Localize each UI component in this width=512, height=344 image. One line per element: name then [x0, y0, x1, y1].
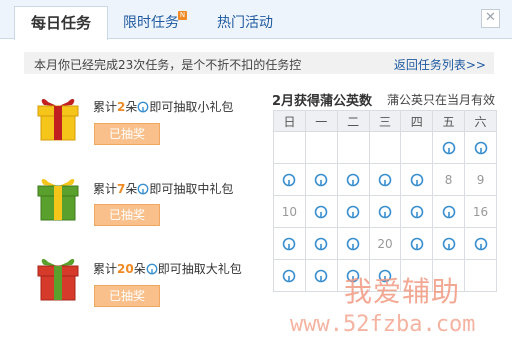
dandelion-day-cell — [432, 227, 466, 260]
dandelion-day-cell — [304, 259, 338, 292]
calendar-week-row — [273, 131, 497, 164]
weekday-header: 四 — [400, 110, 434, 132]
dandelion-day-cell — [336, 163, 370, 196]
dandelion-day-cell — [400, 195, 434, 228]
reward-label-large: 累计20朵 即可抽取大礼包 — [93, 260, 242, 277]
reward-unit: 朵 — [125, 100, 138, 114]
tab-daily[interactable]: 每日任务 — [14, 6, 108, 40]
reward-unit: 朵 — [125, 182, 138, 196]
dandelion-day-cell — [336, 227, 370, 260]
new-badge: N — [178, 11, 187, 20]
claimed-button-medium[interactable]: 已抽奖 — [94, 204, 160, 226]
dandelion-day-cell — [273, 227, 306, 260]
calendar-week-row: 20 — [273, 227, 497, 260]
reward-unit: 朵 — [133, 262, 146, 276]
dandelion-icon — [442, 205, 455, 218]
empty-day-cell — [273, 131, 306, 164]
dandelion-icon — [410, 205, 424, 218]
day-number-cell: 8 — [432, 163, 466, 196]
gift-large-icon — [37, 258, 79, 301]
tab-limited[interactable]: 限时任务 — [123, 8, 179, 38]
dandelion-icon — [314, 173, 328, 186]
day-number-cell: 20 — [368, 227, 402, 260]
calendar-title: 2月获得蒲公英数 — [272, 94, 373, 109]
reward-prefix: 累计 — [93, 262, 118, 276]
dandelion-icon — [283, 237, 296, 250]
watermark-text: 我爱辅助 — [344, 275, 461, 308]
weekday-header: 日 — [273, 110, 306, 132]
dandelion-icon — [314, 269, 328, 282]
dandelion-icon — [474, 141, 487, 154]
dandelion-icon — [442, 237, 455, 250]
dandelion-icon — [474, 237, 487, 250]
weekday-header: 三 — [368, 110, 402, 132]
reward-suffix: 即可抽取大礼包 — [157, 262, 242, 276]
dandelion-icon — [283, 173, 296, 186]
calendar-week-row: 10 16 — [273, 195, 497, 228]
dandelion-icon — [442, 141, 455, 154]
weekday-header: 六 — [464, 110, 497, 132]
reward-suffix: 即可抽取中礼包 — [149, 182, 234, 196]
claimed-button-large[interactable]: 已抽奖 — [94, 285, 160, 307]
day-number-cell: 16 — [464, 195, 497, 228]
weekday-header: 二 — [336, 110, 370, 132]
back-to-task-list-link[interactable]: 返回任务列表>> — [394, 56, 486, 73]
dandelion-icon — [346, 173, 360, 186]
dandelion-day-cell — [432, 195, 466, 228]
dandelion-day-cell — [273, 163, 306, 196]
dandelion-icon — [378, 173, 392, 186]
reward-prefix: 累计 — [93, 100, 118, 114]
reward-count: 20 — [117, 262, 134, 276]
empty-day-cell — [336, 131, 370, 164]
tab-hot-events[interactable]: 热门活动 — [217, 8, 273, 38]
dandelion-icon — [137, 183, 149, 195]
dandelion-day-cell — [304, 195, 338, 228]
dandelion-day-cell — [400, 163, 434, 196]
dandelion-day-cell — [400, 227, 434, 260]
dandelion-icon — [410, 237, 424, 250]
dandelion-icon — [137, 101, 149, 113]
dandelion-day-cell — [368, 163, 402, 196]
calendar-week-row: 89 — [273, 163, 497, 196]
empty-day-cell — [368, 131, 402, 164]
dandelion-day-cell — [368, 195, 402, 228]
empty-day-cell — [304, 131, 338, 164]
dandelion-icon — [410, 173, 424, 186]
info-text: 本月你已经完成23次任务，是个不折不扣的任务控 — [34, 58, 302, 72]
reward-suffix: 即可抽取小礼包 — [149, 100, 234, 114]
dandelion-day-cell — [464, 131, 497, 164]
dandelion-icon — [314, 205, 328, 218]
calendar-grid: 日一二三四五六 8 9 10 16 20 — [273, 110, 497, 292]
dandelion-icon — [146, 263, 158, 275]
reward-label-small: 累计2朵 即可抽取小礼包 — [93, 98, 233, 115]
dandelion-day-cell — [336, 195, 370, 228]
watermark-url: www.52fzba.com — [290, 312, 476, 337]
dandelion-day-cell — [304, 163, 338, 196]
weekday-header: 一 — [304, 110, 338, 132]
dandelion-icon — [314, 237, 328, 250]
empty-day-cell — [464, 259, 497, 292]
reward-label-medium: 累计7朵 即可抽取中礼包 — [93, 180, 233, 197]
day-number-cell: 10 — [273, 195, 306, 228]
dandelion-day-cell — [464, 227, 497, 260]
dandelion-icon — [378, 205, 392, 218]
dandelion-icon — [346, 205, 360, 218]
info-bar: 本月你已经完成23次任务，是个不折不扣的任务控 返回任务列表>> — [24, 52, 494, 74]
dandelion-day-cell — [273, 259, 306, 292]
close-icon[interactable]: ✕ — [481, 9, 500, 28]
gift-medium-icon — [37, 178, 79, 221]
empty-day-cell — [400, 131, 434, 164]
dandelion-day-cell — [304, 227, 338, 260]
day-number-cell: 9 — [464, 163, 497, 196]
weekday-header: 五 — [432, 110, 466, 132]
reward-prefix: 累计 — [93, 182, 118, 196]
dandelion-icon — [346, 237, 360, 250]
dandelion-day-cell — [432, 131, 466, 164]
gift-small-icon — [37, 98, 79, 141]
calendar-note: 蒲公英只在当月有效 — [387, 93, 496, 107]
claimed-button-small[interactable]: 已抽奖 — [94, 123, 160, 145]
dandelion-icon — [283, 269, 296, 282]
